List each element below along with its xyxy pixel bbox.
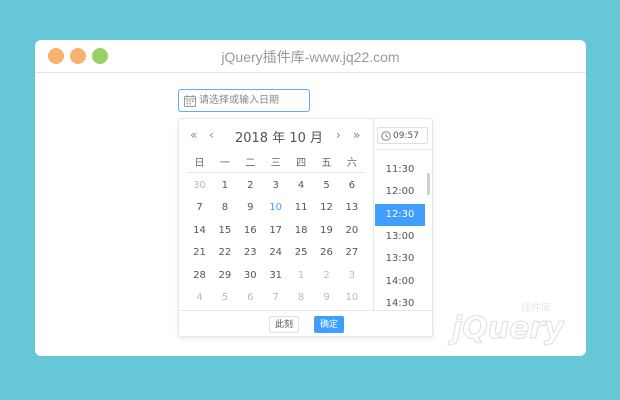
confirm-button[interactable]: 确定 <box>314 316 344 333</box>
day-cell[interactable]: 7 <box>187 197 212 219</box>
day-cell[interactable]: 30 <box>238 265 263 287</box>
day-cell[interactable]: 1 <box>289 265 314 287</box>
time-option[interactable]: 13:30 <box>375 248 425 270</box>
day-cell[interactable]: 3 <box>339 265 364 287</box>
time-divider <box>373 149 432 150</box>
time-list-scrollbar[interactable] <box>427 173 430 195</box>
day-cell[interactable]: 13 <box>339 197 364 219</box>
day-cell[interactable]: 21 <box>187 242 212 264</box>
next-year-button[interactable]: » <box>353 128 360 142</box>
clock-icon <box>381 131 391 141</box>
day-cell[interactable]: 4 <box>187 287 212 309</box>
day-cell[interactable]: 5 <box>314 175 339 197</box>
day-cell[interactable]: 9 <box>314 287 339 309</box>
weekday-label: 三 <box>270 158 281 169</box>
prev-month-button[interactable]: ‹ <box>209 128 214 142</box>
day-cell[interactable]: 12 <box>314 197 339 219</box>
time-option[interactable]: 14:00 <box>375 271 425 293</box>
svg-text:jQuery: jQuery <box>448 311 565 346</box>
day-cell[interactable]: 15 <box>212 220 237 242</box>
picker-footer: 此刻 确定 <box>179 310 432 337</box>
time-option[interactable]: 12:00 <box>375 181 425 203</box>
title-bar: jQuery插件库-www.jq22.com <box>35 40 586 73</box>
day-cell[interactable]: 6 <box>339 175 364 197</box>
calendar-icon <box>184 95 196 107</box>
day-cell[interactable]: 30 <box>187 175 212 197</box>
day-cell[interactable]: 28 <box>187 265 212 287</box>
day-cell[interactable]: 29 <box>212 265 237 287</box>
day-cell[interactable]: 19 <box>314 220 339 242</box>
day-cell[interactable]: 2 <box>314 265 339 287</box>
day-cell[interactable]: 18 <box>289 220 314 242</box>
svg-text:插件库: 插件库 <box>521 301 551 314</box>
day-cell[interactable]: 8 <box>212 197 237 219</box>
day-cell[interactable]: 6 <box>238 287 263 309</box>
day-cell[interactable]: 9 <box>238 197 263 219</box>
weekday-label: 六 <box>346 158 357 169</box>
time-input[interactable] <box>377 127 428 144</box>
time-list[interactable]: 11:30 12:00 12:30 13:00 13:30 14:00 14:30 <box>373 159 432 309</box>
weekday-label: 二 <box>245 158 256 169</box>
day-cell[interactable]: 23 <box>238 242 263 264</box>
day-cell[interactable]: 27 <box>339 242 364 264</box>
time-option[interactable]: 13:00 <box>375 226 425 248</box>
day-cell[interactable]: 31 <box>263 265 288 287</box>
day-cell[interactable]: 14 <box>187 220 212 242</box>
day-cell[interactable]: 7 <box>263 287 288 309</box>
day-cell[interactable]: 26 <box>314 242 339 264</box>
day-cell[interactable]: 2 <box>238 175 263 197</box>
now-button[interactable]: 此刻 <box>269 316 299 333</box>
calendar-title[interactable]: 2018 年 10 月 <box>229 127 329 146</box>
weekday-label: 一 <box>219 158 230 169</box>
weekday-label: 日 <box>194 158 205 169</box>
weekday-label: 五 <box>321 158 332 169</box>
day-cell[interactable]: 16 <box>238 220 263 242</box>
weekday-header: 日一二三四五六 <box>187 154 365 173</box>
window-title: jQuery插件库-www.jq22.com <box>221 49 400 65</box>
day-cell[interactable]: 1 <box>212 175 237 197</box>
browser-window: jQuery插件库-www.jq22.com « ‹ 2018 年 10 月 ›… <box>35 40 586 356</box>
date-text-field[interactable] <box>199 92 305 109</box>
day-cell[interactable]: 24 <box>263 242 288 264</box>
time-option-selected[interactable]: 12:30 <box>375 203 425 226</box>
day-cell[interactable]: 25 <box>289 242 314 264</box>
day-cell[interactable]: 22 <box>212 242 237 264</box>
next-month-button[interactable]: › <box>336 128 341 142</box>
day-cell-today[interactable]: 10 <box>263 197 288 219</box>
weekday-label: 四 <box>296 158 307 169</box>
time-option[interactable]: 11:30 <box>375 159 425 181</box>
time-text-field[interactable] <box>393 129 427 142</box>
jquery-logo-watermark: jQuery 插件库 <box>447 301 565 347</box>
day-cell[interactable]: 11 <box>289 197 314 219</box>
day-cell[interactable]: 10 <box>339 287 364 309</box>
day-cell[interactable]: 3 <box>263 175 288 197</box>
date-input[interactable] <box>178 89 310 112</box>
day-cell[interactable]: 4 <box>289 175 314 197</box>
calendar-panel: « ‹ 2018 年 10 月 › » 日一二三四五六 30 1 2 3 4 5 6 7 8 9 1… <box>179 119 374 310</box>
day-cell[interactable]: 8 <box>289 287 314 309</box>
day-cell[interactable]: 17 <box>263 220 288 242</box>
day-cell[interactable]: 5 <box>212 287 237 309</box>
time-panel: 11:3012:0012:3013:0013:3014:0014:30 <box>373 119 432 310</box>
date-picker-popup: « ‹ 2018 年 10 月 › » 日一二三四五六 30 1 2 3 4 5 6 7 8 9 1… <box>178 118 433 337</box>
prev-year-button[interactable]: « <box>190 128 197 142</box>
day-cell[interactable]: 20 <box>339 220 364 242</box>
